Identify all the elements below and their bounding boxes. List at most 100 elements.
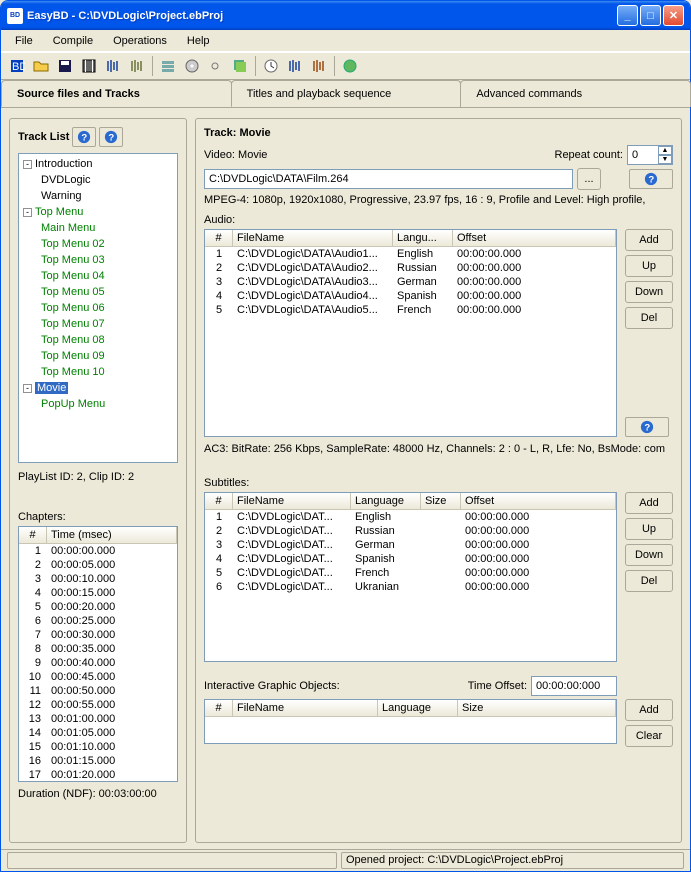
tool-mux-sub-icon[interactable] [308, 55, 330, 77]
tree-expander-icon[interactable]: - [23, 384, 32, 393]
video-help-icon[interactable]: ? [629, 169, 673, 189]
audio-row[interactable]: 4C:\DVDLogic\DATA\Audio4...Spanish00:00:… [205, 289, 616, 303]
audio-row[interactable]: 1C:\DVDLogic\DATA\Audio1...English00:00:… [205, 247, 616, 261]
tab-titles-playback[interactable]: Titles and playback sequence [231, 80, 462, 107]
tool-playlist-icon[interactable] [157, 55, 179, 77]
tree-item[interactable]: -Top Menu [21, 204, 175, 220]
menu-file[interactable]: File [5, 32, 43, 50]
subs-row[interactable]: 2C:\DVDLogic\DAT...Russian00:00:00.000 [205, 524, 616, 538]
subs-hdr-num[interactable]: # [205, 493, 233, 509]
chapter-row[interactable]: 1200:00:55.000 [19, 698, 177, 712]
tree-item[interactable]: Warning [21, 188, 175, 204]
igo-hdr-lang[interactable]: Language [378, 700, 458, 716]
chapter-row[interactable]: 1700:01:20.000 [19, 768, 177, 781]
subs-del-button[interactable]: Del [625, 570, 673, 592]
igo-add-button[interactable]: Add [625, 699, 673, 721]
chapter-row[interactable]: 1500:01:10.000 [19, 740, 177, 754]
audio-help-icon[interactable]: ? [625, 417, 669, 437]
tree-item[interactable]: -Introduction [21, 156, 175, 172]
tree-item[interactable]: DVDLogic [21, 172, 175, 188]
subs-up-button[interactable]: Up [625, 518, 673, 540]
menu-operations[interactable]: Operations [103, 32, 177, 50]
tree-item[interactable]: Top Menu 05 [21, 284, 175, 300]
subs-row[interactable]: 3C:\DVDLogic\DAT...German00:00:00.000 [205, 538, 616, 552]
tree-item[interactable]: Top Menu 08 [21, 332, 175, 348]
igo-clear-button[interactable]: Clear [625, 725, 673, 747]
video-path-input[interactable] [204, 169, 573, 189]
subs-add-button[interactable]: Add [625, 492, 673, 514]
audio-add-button[interactable]: Add [625, 229, 673, 251]
tree-item[interactable]: Top Menu 02 [21, 236, 175, 252]
chapter-row[interactable]: 1300:01:00.000 [19, 712, 177, 726]
subs-row[interactable]: 4C:\DVDLogic\DAT...Spanish00:00:00.000 [205, 552, 616, 566]
subs-hdr-file[interactable]: FileName [233, 493, 351, 509]
subs-row[interactable]: 1C:\DVDLogic\DAT...English00:00:00.000 [205, 510, 616, 524]
tab-advanced-commands[interactable]: Advanced commands [460, 80, 691, 107]
tool-open-icon[interactable] [30, 55, 52, 77]
audio-row[interactable]: 5C:\DVDLogic\DATA\Audio5...French00:00:0… [205, 303, 616, 317]
audio-hdr-file[interactable]: FileName [233, 230, 393, 246]
tree-item[interactable]: Main Menu [21, 220, 175, 236]
close-button[interactable]: ✕ [663, 5, 684, 26]
chap-hdr-time[interactable]: Time (msec) [47, 527, 177, 543]
chapter-list[interactable]: # Time (msec) 100:00:00.000200:00:05.000… [18, 526, 178, 782]
audio-row[interactable]: 2C:\DVDLogic\DATA\Audio2...Russian00:00:… [205, 261, 616, 275]
chapter-row[interactable]: 100:00:00.000 [19, 544, 177, 558]
minimize-button[interactable]: _ [617, 5, 638, 26]
chapter-row[interactable]: 900:00:40.000 [19, 656, 177, 670]
chapter-row[interactable]: 300:00:10.000 [19, 572, 177, 586]
chapter-row[interactable]: 700:00:30.000 [19, 628, 177, 642]
chapter-row[interactable]: 800:00:35.000 [19, 642, 177, 656]
tree-item[interactable]: Top Menu 03 [21, 252, 175, 268]
subs-row[interactable]: 5C:\DVDLogic\DAT...French00:00:00.000 [205, 566, 616, 580]
subs-hdr-off[interactable]: Offset [461, 493, 616, 509]
chapter-row[interactable]: 1600:01:15.000 [19, 754, 177, 768]
tool-film-icon[interactable] [78, 55, 100, 77]
repeat-spin-down-icon[interactable]: ▼ [658, 155, 672, 164]
chapter-row[interactable]: 200:00:05.000 [19, 558, 177, 572]
tool-link-icon[interactable] [205, 55, 227, 77]
audio-hdr-num[interactable]: # [205, 230, 233, 246]
title-bar[interactable]: BD EasyBD - C:\DVDLogic\Project.ebProj _… [1, 1, 690, 30]
tool-save-icon[interactable] [54, 55, 76, 77]
tab-source-files[interactable]: Source files and Tracks [1, 80, 232, 107]
tool-clock-icon[interactable] [260, 55, 282, 77]
maximize-button[interactable]: □ [640, 5, 661, 26]
tool-mux-audio-icon[interactable] [284, 55, 306, 77]
repeat-spin-up-icon[interactable]: ▲ [658, 146, 672, 155]
audio-row[interactable]: 3C:\DVDLogic\DATA\Audio3...German00:00:0… [205, 275, 616, 289]
igo-hdr-file[interactable]: FileName [233, 700, 378, 716]
tool-new-icon[interactable]: BD [6, 55, 28, 77]
chapter-row[interactable]: 600:00:25.000 [19, 614, 177, 628]
tree-item[interactable]: Top Menu 07 [21, 316, 175, 332]
menu-compile[interactable]: Compile [43, 32, 103, 50]
tree-item[interactable]: PopUp Menu [21, 396, 175, 412]
tool-disc-icon[interactable] [181, 55, 203, 77]
tree-item[interactable]: Top Menu 06 [21, 300, 175, 316]
chap-hdr-num[interactable]: # [19, 527, 47, 543]
subs-row[interactable]: 6C:\DVDLogic\DAT...Ukranian00:00:00.000 [205, 580, 616, 594]
subs-down-button[interactable]: Down [625, 544, 673, 566]
track-help-1-icon[interactable]: ? [72, 127, 96, 147]
chapter-row[interactable]: 1000:00:45.000 [19, 670, 177, 684]
tree-item[interactable]: -Movie [21, 380, 175, 396]
subs-hdr-size[interactable]: Size [421, 493, 461, 509]
audio-grid[interactable]: # FileName Langu... Offset 1C:\DVDLogic\… [204, 229, 617, 437]
track-help-2-icon[interactable]: ? [99, 127, 123, 147]
audio-up-button[interactable]: Up [625, 255, 673, 277]
timeoff-input[interactable] [531, 676, 617, 696]
igo-grid[interactable]: # FileName Language Size [204, 699, 617, 744]
tool-audio-icon[interactable] [102, 55, 124, 77]
tool-globe-icon[interactable] [339, 55, 361, 77]
chapter-row[interactable]: 400:00:15.000 [19, 586, 177, 600]
audio-del-button[interactable]: Del [625, 307, 673, 329]
subs-hdr-lang[interactable]: Language [351, 493, 421, 509]
chapter-row[interactable]: 500:00:20.000 [19, 600, 177, 614]
menu-help[interactable]: Help [177, 32, 220, 50]
igo-hdr-num[interactable]: # [205, 700, 233, 716]
subs-grid[interactable]: # FileName Language Size Offset 1C:\DVDL… [204, 492, 617, 662]
tree-expander-icon[interactable]: - [23, 208, 32, 217]
tool-subtitle-icon[interactable] [126, 55, 148, 77]
audio-hdr-off[interactable]: Offset [453, 230, 616, 246]
tree-item[interactable]: Top Menu 10 [21, 364, 175, 380]
